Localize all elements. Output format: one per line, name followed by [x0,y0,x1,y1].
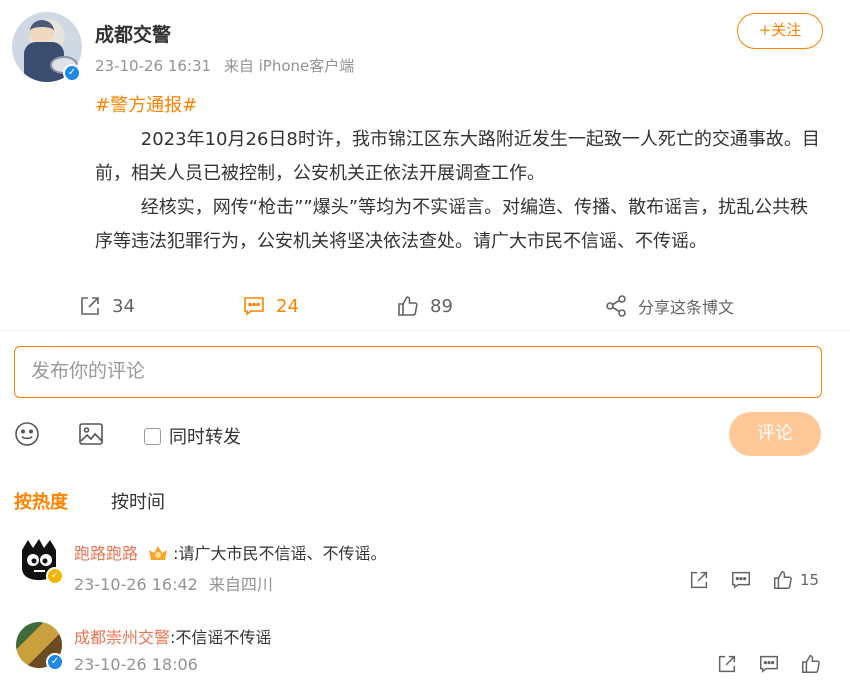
comment-meta: 23-10-26 18:06 [74,655,198,674]
comment-item: ✓ 跑路跑路 :请广大市民不信谣、不传谣。 23-10-26 16:42 来自四… [0,534,850,604]
comment-like-button[interactable] [800,653,822,675]
comment-icon [244,297,264,316]
repost-icon [690,571,708,589]
repost-count: 34 [112,295,135,317]
verified-badge-icon: ✓ [46,567,64,585]
thumbs-up-icon [774,571,792,589]
post-actions: 34 24 89 分享这条博文 [0,288,850,324]
repost-checkbox[interactable]: 同时转发 [144,423,241,449]
post-time[interactable]: 23-10-26 16:31 [95,57,211,75]
comment-location: 来自四川 [208,575,273,594]
author-name[interactable]: 成都交警 [95,20,171,47]
repost-button[interactable]: 34 [78,288,135,324]
fan-badge-icon [149,546,168,560]
comment-time: 23-10-26 18:06 [74,655,198,674]
repost-icon [81,297,99,315]
comment-meta: 23-10-26 16:42 来自四川 [74,571,273,595]
thumbs-up-icon [802,655,820,673]
comment-count: 24 [276,295,299,317]
post-header: ✓ 成都交警 23-10-26 16:31 来自 iPhone客户端 +关注 [0,0,850,90]
commenter-name[interactable]: 成都崇州交警 [74,628,170,647]
tab-sort-time[interactable]: 按时间 [111,488,165,514]
tab-sort-hot[interactable]: 按热度 [14,488,68,514]
post-source: 来自 iPhone客户端 [223,57,355,75]
comment-repost-button[interactable] [716,653,738,675]
thumbs-up-icon [398,296,418,316]
comment-line: 成都崇州交警:不信谣不传谣 [74,624,271,648]
follow-button[interactable]: +关注 [737,13,823,49]
comment-text: :不信谣不传谣 [170,628,272,647]
comment-input[interactable]: 发布你的评论 [14,346,822,398]
comment-line: 跑路跑路 :请广大市民不信谣、不传谣。 [74,540,387,564]
like-count: 89 [430,295,453,317]
share-label: 分享这条博文 [638,298,735,317]
checkbox-box[interactable] [144,427,161,445]
comment-item: ✓ 成都崇州交警:不信谣不传谣 23-10-26 18:06 [0,618,850,688]
comment-like-button[interactable]: 15 [772,569,819,591]
comment-time: 23-10-26 16:42 [74,575,198,594]
emoji-icon[interactable] [14,421,40,447]
like-button[interactable]: 89 [396,288,453,324]
post-paragraph: 经核实，网传“枪击””爆头”等均为不实谣言。对编造、传播、散布谣言，扰乱公共秩序… [95,197,809,252]
comment-reply-button[interactable] [730,569,752,591]
share-button[interactable]: 分享这条博文 [604,288,734,324]
verified-badge-icon: ✓ [46,653,64,671]
post-meta: 23-10-26 16:31 来自 iPhone客户端 [95,55,354,76]
share-icon [606,295,626,317]
comment-icon [732,571,750,589]
image-icon[interactable] [78,421,104,447]
comment-button[interactable]: 24 [242,288,299,324]
comment-repost-button[interactable] [688,569,710,591]
commenter-name[interactable]: 跑路跑路 [74,544,138,563]
post-paragraph: 2023年10月26日8时许，我市锦江区东大路附近发生一起致一人死亡的交通事故。… [95,129,820,184]
comment-like-count: 15 [800,571,820,589]
comment-reply-button[interactable] [758,653,780,675]
comment-icon [760,655,778,673]
post-content: #警方通报# 2023年10月26日8时许，我市锦江区东大路附近发生一起致一人死… [95,89,825,259]
submit-comment-button[interactable]: 评论 [729,412,821,456]
hashtag-link[interactable]: #警方通报# [95,89,825,123]
composer-tools: 同时转发 评论 [0,412,850,456]
repost-icon [718,655,736,673]
comment-text: :请广大市民不信谣、不传谣。 [173,544,387,563]
verified-badge-icon: ✓ [63,64,81,82]
sort-tabs: 按热度 按时间 [0,488,850,518]
divider [0,330,850,331]
repost-checkbox-label: 同时转发 [169,427,241,448]
